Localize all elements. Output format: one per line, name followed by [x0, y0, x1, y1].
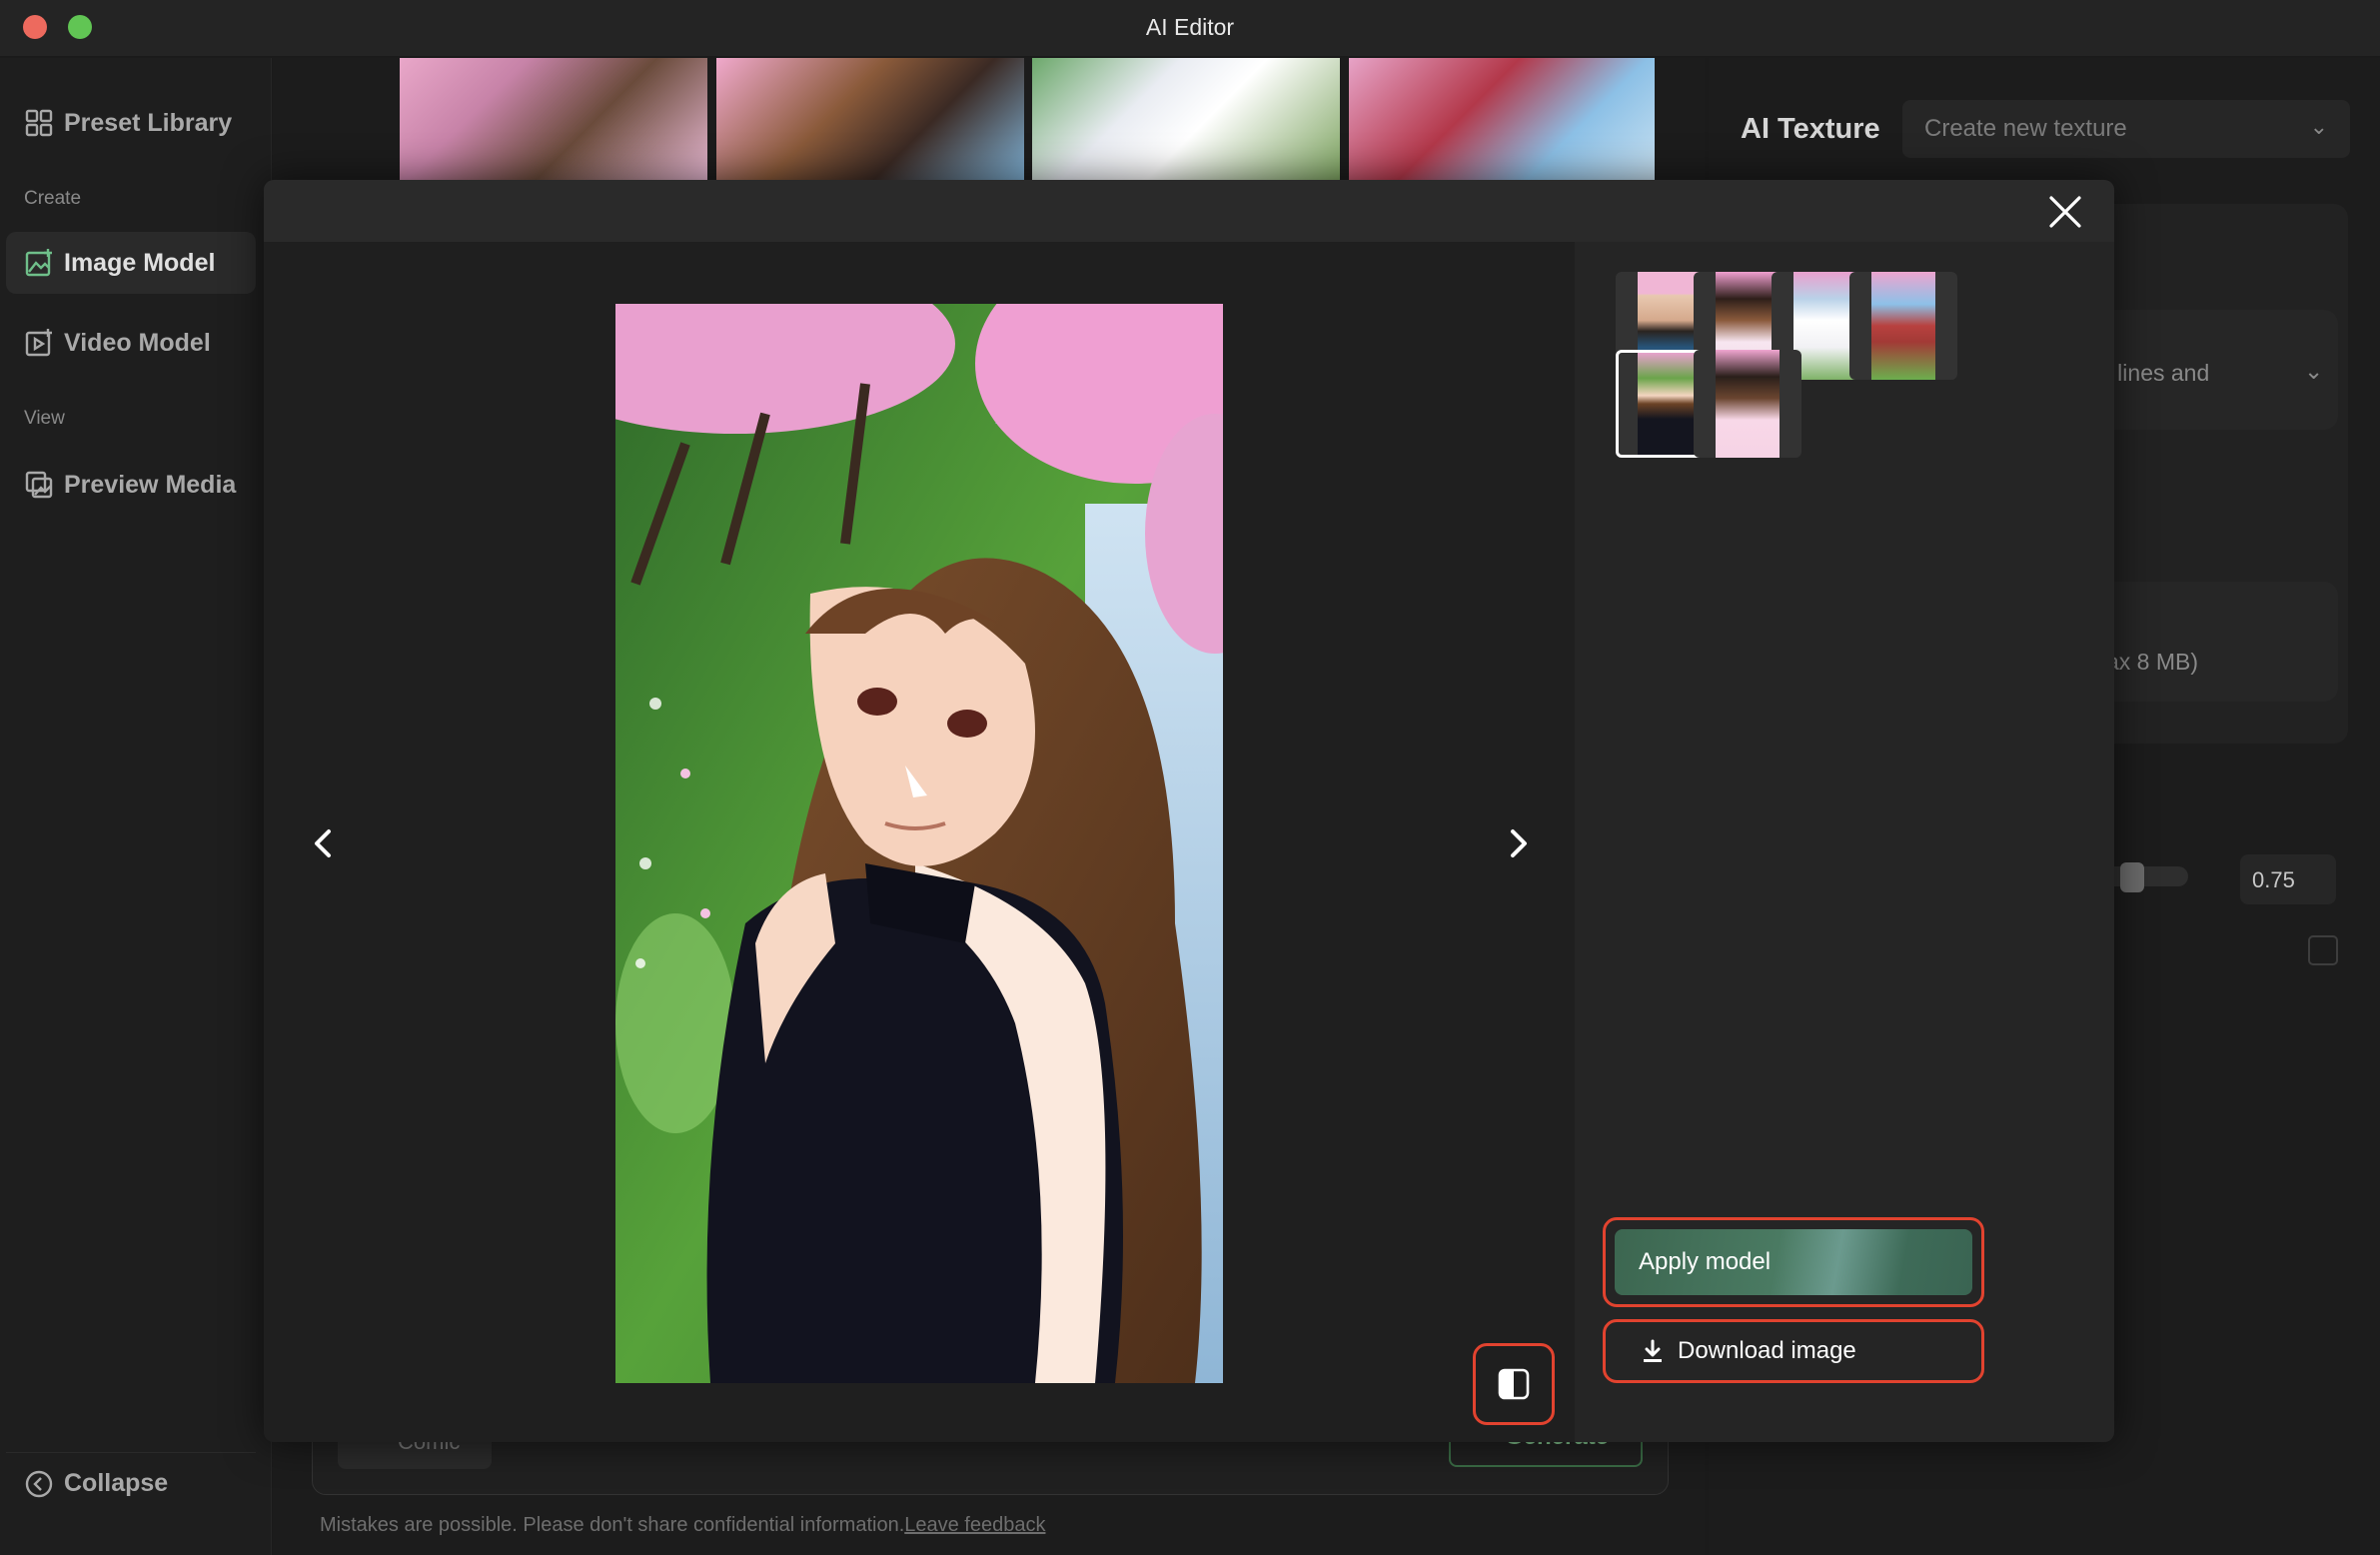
- thumbnail-image: [1716, 350, 1780, 458]
- sidebar-item-video-model[interactable]: Video Model: [6, 312, 256, 374]
- gallery-image-white-cat[interactable]: [1032, 58, 1340, 180]
- modal-header: [264, 180, 2114, 242]
- thumbnail-dark-hair-man[interactable]: [1694, 350, 1801, 458]
- ai-texture-title: AI Texture: [1741, 113, 1880, 145]
- image-plus-icon: [25, 249, 52, 277]
- section-create-label: Create: [24, 188, 82, 209]
- chevron-down-icon: ⌄: [2304, 358, 2324, 384]
- leave-feedback-link[interactable]: Leave feedback: [904, 1514, 1045, 1536]
- close-icon[interactable]: [2046, 193, 2084, 231]
- chevron-down-icon: ⌄: [2309, 114, 2328, 139]
- sidebar-item-label: Video Model: [64, 328, 211, 357]
- style-dropdown-text: n lines and: [2098, 360, 2210, 386]
- image-viewer: [264, 242, 1575, 1442]
- video-plus-icon: [25, 329, 52, 357]
- disclaimer-text: Mistakes are possible. Please don't shar…: [320, 1514, 905, 1536]
- sidebar-item-image-model[interactable]: Image Model: [6, 232, 256, 294]
- texture-select[interactable]: Create new texture ⌄: [1902, 100, 2350, 158]
- thumbnail-lighthouse[interactable]: [1849, 272, 1957, 380]
- window-title: AI Editor: [1145, 14, 1235, 40]
- thumbnail-image: [1871, 272, 1935, 380]
- chevron-left-circle-icon: [25, 1470, 53, 1497]
- sidebar: Preset Library Create Image Model Video …: [0, 58, 272, 1555]
- preview-image: [615, 304, 1223, 1383]
- disclaimer: Mistakes are possible. Please don't shar…: [320, 1514, 1045, 1537]
- sidebar-item-label: Preview Media: [64, 470, 237, 499]
- texture-select-value: Create new texture: [1924, 115, 2127, 142]
- strength-slider-thumb[interactable]: [2120, 862, 2144, 892]
- gallery-image-lighthouse[interactable]: [1349, 58, 1655, 180]
- sidebar-collapse-button[interactable]: Collapse: [6, 1452, 256, 1514]
- sidebar-item-label: Image Model: [64, 248, 216, 277]
- grid-icon: [25, 109, 53, 137]
- apply-model-button[interactable]: Apply model: [1615, 1229, 1972, 1295]
- thumbnail-image: [1793, 272, 1857, 380]
- gallery-image-curly-hair-girl[interactable]: [716, 58, 1024, 180]
- sidebar-item-preset-library[interactable]: Preset Library: [6, 92, 256, 154]
- download-icon: [1644, 1339, 1662, 1362]
- apply-model-label: Apply model: [1639, 1248, 1772, 1275]
- compare-split-icon: [1498, 1368, 1530, 1400]
- gallery-image-bearded-man[interactable]: [400, 58, 707, 180]
- title-bar: AI Editor: [0, 0, 2380, 57]
- upload-hint-text: ax 8 MB): [2106, 649, 2199, 675]
- thumbnail-image: [1638, 353, 1702, 455]
- preview-images-icon: [25, 471, 53, 499]
- image-preview-modal: Apply model Download image: [264, 180, 2114, 1442]
- strength-value-input[interactable]: 0.75: [2240, 854, 2336, 904]
- option-checkbox[interactable]: [2308, 935, 2338, 965]
- download-image-label: Download image: [1678, 1337, 1856, 1364]
- collapse-label: Collapse: [64, 1469, 169, 1497]
- sidebar-item-preview-media[interactable]: Preview Media: [6, 454, 256, 516]
- section-view-label: View: [24, 408, 65, 429]
- download-image-button[interactable]: Download image: [1603, 1319, 1984, 1383]
- compare-button[interactable]: [1473, 1343, 1555, 1425]
- sidebar-item-label: Preset Library: [64, 108, 233, 137]
- chevron-left-icon[interactable]: [302, 821, 346, 865]
- chevron-right-icon[interactable]: [1496, 821, 1540, 865]
